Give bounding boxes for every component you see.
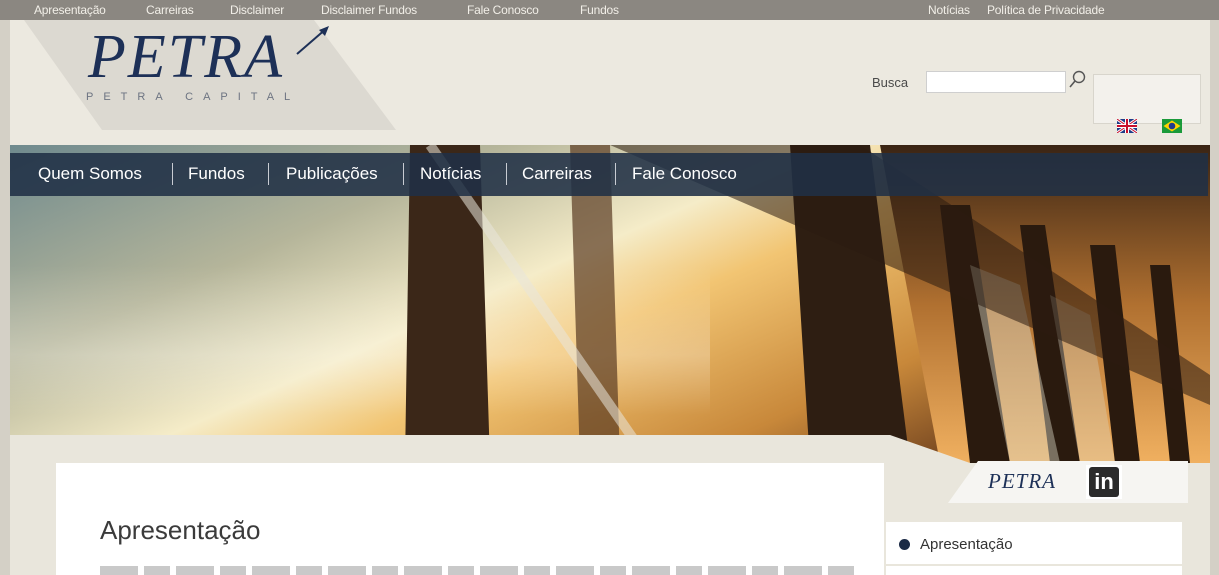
social-bar-background xyxy=(948,461,1188,503)
nav-item-quem-somos[interactable]: Quem Somos xyxy=(38,164,142,184)
nav-item-fundos[interactable]: Fundos xyxy=(188,164,245,184)
linkedin-icon[interactable]: in xyxy=(1086,465,1122,499)
top-link-fale-conosco[interactable]: Fale Conosco xyxy=(467,3,539,17)
sidebar-item-label: Apresentação xyxy=(920,536,1013,553)
nav-item-noticias[interactable]: Notícias xyxy=(420,164,481,184)
search-input[interactable] xyxy=(926,71,1066,93)
linkedin-glyph: in xyxy=(1089,467,1119,497)
english-flag-icon[interactable] xyxy=(1117,119,1137,133)
nav-separator xyxy=(403,163,404,185)
petra-capital-tagline: PETRA CAPITAL xyxy=(86,91,301,103)
logo-arrow-icon xyxy=(296,26,329,55)
top-link-apresentacao[interactable]: Apresentação xyxy=(34,3,106,17)
page-frame-left xyxy=(0,20,10,575)
page-frame-right xyxy=(1210,20,1219,575)
nav-item-publicacoes[interactable]: Publicações xyxy=(286,164,378,184)
top-link-politica-privacidade[interactable]: Política de Privacidade xyxy=(987,3,1105,17)
petra-social-logo[interactable]: PETRA xyxy=(988,469,1056,494)
body-text-partial xyxy=(100,566,860,575)
top-link-fundos[interactable]: Fundos xyxy=(580,3,619,17)
language-selector xyxy=(1093,74,1201,124)
top-link-carreiras[interactable]: Carreiras xyxy=(146,3,194,17)
top-link-disclaimer-fundos[interactable]: Disclaimer Fundos xyxy=(321,3,417,17)
page-title: Apresentação xyxy=(100,515,261,545)
bullet-icon xyxy=(899,539,910,550)
main-navigation: Quem Somos Fundos Publicações Notícias C… xyxy=(10,153,1208,196)
nav-separator xyxy=(172,163,173,185)
top-link-disclaimer[interactable]: Disclaimer xyxy=(230,3,284,17)
search-label: Busca xyxy=(872,75,909,90)
petra-logo[interactable]: PETRA xyxy=(88,26,284,88)
nav-item-fale-conosco[interactable]: Fale Conosco xyxy=(632,164,737,184)
nav-item-carreiras[interactable]: Carreiras xyxy=(522,164,592,184)
top-link-noticias[interactable]: Notícias xyxy=(928,3,970,17)
nav-separator xyxy=(506,163,507,185)
sidebar-item-next[interactable] xyxy=(886,566,1182,575)
nav-separator xyxy=(615,163,616,185)
search-icon[interactable] xyxy=(1068,69,1088,89)
top-utility-bar: Apresentação Carreiras Disclaimer Discla… xyxy=(0,0,1219,20)
nav-separator xyxy=(268,163,269,185)
brazil-flag-icon[interactable] xyxy=(1162,119,1182,133)
